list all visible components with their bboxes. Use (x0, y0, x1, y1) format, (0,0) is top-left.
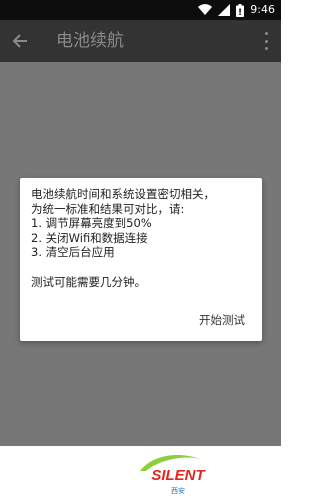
status-bar: ! 9:46 (0, 0, 281, 20)
back-button[interactable] (10, 31, 30, 51)
cell-signal-icon (218, 4, 231, 16)
battery-test-dialog: 电池续航时间和系统设置密切相关， 为统一标准和结果可对比，请: 1. 调节屏幕亮… (20, 178, 262, 341)
dialog-step-clear-apps: 3. 清空后台应用 (31, 245, 115, 260)
dialog-message: 电池续航时间和系统设置密切相关， 为统一标准和结果可对比，请: 1. 调节屏幕亮… (31, 187, 254, 289)
dialog-line-request: 为统一标准和结果可对比，请: (31, 201, 185, 216)
status-time: 9:46 (250, 3, 275, 16)
app-screen: ! 9:46 电池续航 电池续航时间和系统设置密切相关， 为统一标准和结果可对比… (0, 0, 281, 446)
more-vert-icon (264, 32, 268, 35)
watermark-area: SILENT 西安 (0, 446, 281, 500)
toolbar: 电池续航 (0, 20, 281, 62)
battery-alert-glyph: ! (238, 8, 242, 17)
wifi-icon (198, 4, 213, 16)
dialog-step-network: 2. 关闭Wifi和数据连接 (31, 230, 148, 245)
dialog-step-brightness: 1. 调节屏幕亮度到50% (31, 216, 152, 231)
watermark-text: SILENT (151, 467, 206, 484)
arrow-left-icon (12, 34, 27, 48)
status-icons: ! 9:46 (198, 3, 275, 17)
dialog-line-intro: 电池续航时间和系统设置密切相关， (31, 187, 215, 201)
dialog-duration-note: 测试可能需要几分钟。 (31, 274, 146, 289)
more-options-button[interactable] (261, 32, 271, 50)
start-test-button[interactable]: 开始测试 (199, 312, 245, 328)
silent-watermark-logo: SILENT 西安 (140, 455, 207, 495)
watermark-subtext: 西安 (171, 486, 185, 495)
battery-icon: ! (236, 3, 245, 17)
page-title: 电池续航 (56, 31, 124, 51)
